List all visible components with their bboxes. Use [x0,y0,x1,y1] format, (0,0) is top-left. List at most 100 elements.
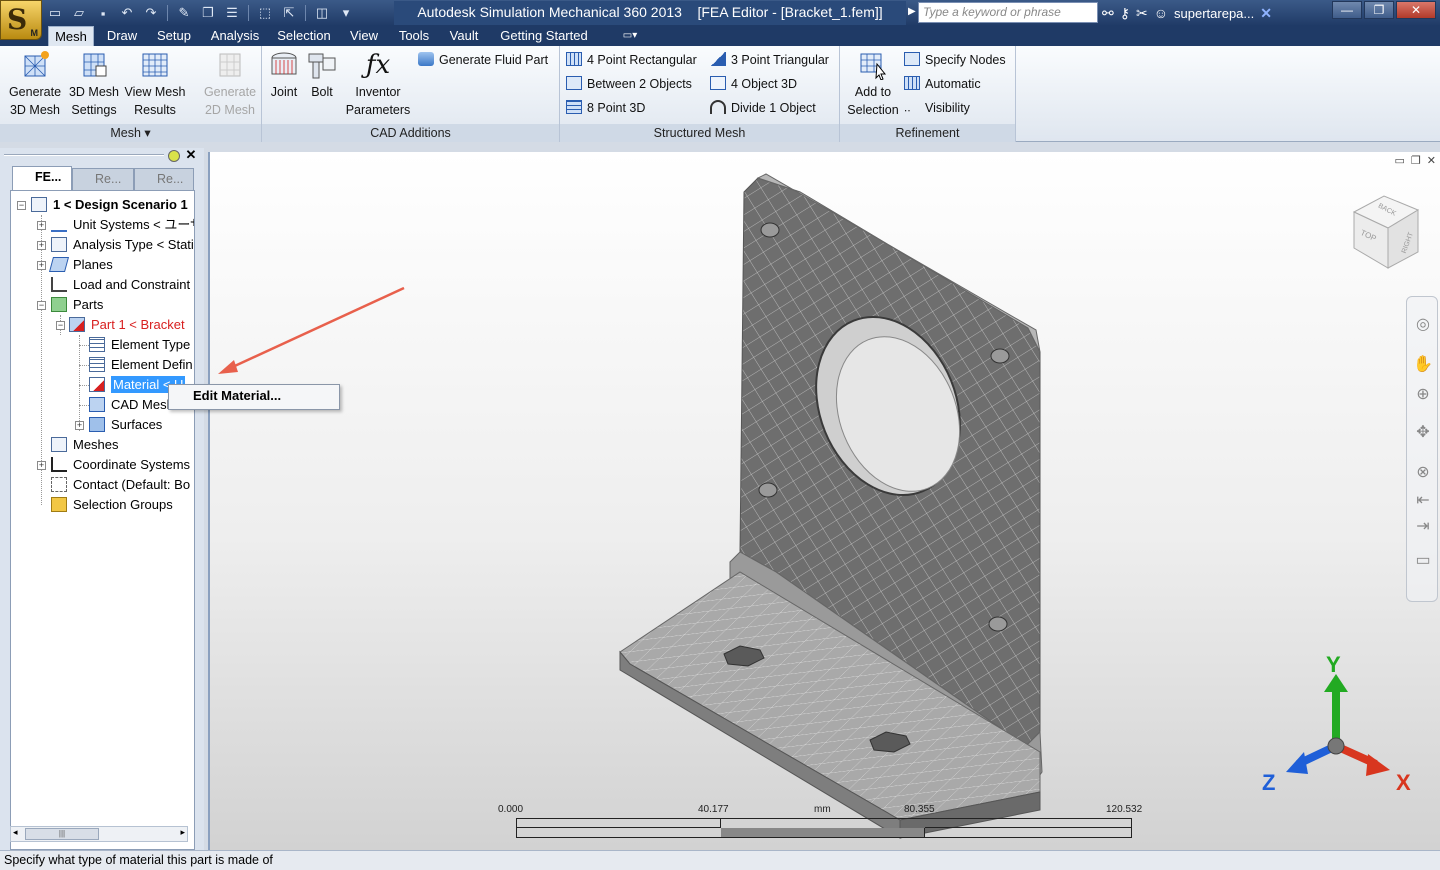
tree-node-element-definition[interactable]: Element Defin [89,355,193,375]
list-icon[interactable]: ☰ [221,3,243,23]
expand-toggle[interactable]: + [37,261,46,270]
tree-horizontal-scrollbar[interactable]: ◂ ||| ▸ [10,826,188,842]
joint-button[interactable]: Joint [266,50,302,101]
view-cube-icon[interactable]: ◫ [311,3,333,23]
scroll-right-icon[interactable]: ▸ [180,827,185,838]
tree-node-parts[interactable]: Parts [51,295,103,315]
edit-icon[interactable]: ✎ [173,3,195,23]
search-input[interactable]: Type a keyword or phrase [918,2,1098,23]
automatic-button[interactable]: Automatic [904,74,981,94]
copy-icon[interactable]: ❐ [197,3,219,23]
expand-toggle[interactable]: + [37,221,46,230]
maximize-button[interactable]: ❐ [1364,1,1394,19]
view-window-icon[interactable]: ▭ [1413,551,1433,571]
tree-node-planes[interactable]: Planes [48,255,113,275]
tree-node-element-type[interactable]: Element Type [89,335,190,355]
chevron-down-icon[interactable]: ▾ [335,3,357,23]
4-object-3d-button[interactable]: 4 Object 3D [710,74,797,94]
tab-fea-editor[interactable]: FE... [12,166,72,190]
tab-results-1[interactable]: Re... [72,168,134,190]
tree-node-cad-mesh[interactable]: CAD Mesh [89,395,174,415]
tab-mesh[interactable]: Mesh [48,26,94,46]
expand-toggle[interactable]: + [37,241,46,250]
tree-node-surfaces[interactable]: Surfaces [89,415,162,435]
tab-vault[interactable]: Vault [442,26,486,46]
key-icon[interactable]: ⚷ [1120,5,1130,22]
collapse-toggle[interactable]: − [56,321,65,330]
pan-hand-icon[interactable]: ✋ [1413,355,1433,375]
tree-node-coordinate-systems[interactable]: Coordinate Systems [51,455,190,475]
tab-view[interactable]: View [344,26,384,46]
inventor-parameters-button[interactable]: ƒx Inventor Parameters [342,50,414,119]
orbit-icon[interactable]: ✥ [1413,423,1433,443]
tools-icon[interactable]: ✂ [1136,5,1148,22]
view-mesh-results-button[interactable]: View Mesh Results [122,50,188,119]
axis-y-label: Y [1326,652,1341,677]
specify-nodes-button[interactable]: Specify Nodes [904,50,1006,70]
expand-toggle[interactable]: + [37,461,46,470]
tab-results-2[interactable]: Re... [134,168,194,190]
visibility-button[interactable]: ∙∙ Visibility [904,98,970,118]
tree-node-design-scenario[interactable]: 1 < Design Scenario 1 [31,195,188,215]
user-name[interactable]: supertarepa... [1174,6,1254,21]
divide-1-object-button[interactable]: Divide 1 Object [710,98,816,118]
steering-wheel-icon[interactable]: ◎ [1413,315,1433,335]
node-label: Coordinate Systems [73,457,191,472]
button-label: 4 Object 3D [731,77,798,91]
new-file-icon[interactable]: ▭ [44,3,66,23]
scroll-left-icon[interactable]: ◂ [13,827,18,838]
zoom-icon[interactable]: ⊕ [1413,385,1433,405]
save-icon[interactable]: ▪ [92,3,114,23]
redo-icon[interactable]: ↷ [140,3,162,23]
pin-icon[interactable] [168,150,180,162]
open-folder-icon[interactable]: ▱ [68,3,90,23]
tab-getting-started[interactable]: Getting Started [494,26,594,46]
8-point-3d-button[interactable]: 8 Point 3D [566,98,645,118]
application-menu-button[interactable]: S M [0,0,42,40]
tab-analysis[interactable]: Analysis [204,26,266,46]
collapse-toggle[interactable]: − [37,301,46,310]
mesh-panel-label[interactable]: Mesh ▾ [0,124,261,142]
fit-all-icon[interactable]: ⇤ [1413,491,1433,511]
tree-node-part-1[interactable]: Part 1 < Bracket [69,315,185,335]
add-to-selection-button[interactable]: Add to Selection [844,50,902,119]
generate-3d-mesh-button[interactable]: Generate 3D Mesh [4,50,66,119]
close-button[interactable]: ✕ [1396,1,1436,19]
tree-node-meshes[interactable]: Meshes [51,435,119,455]
model-tree: − 1 < Design Scenario 1 + Unit Systems <… [10,190,195,850]
tree-node-contact[interactable]: Contact (Default: Bo [51,475,190,495]
tree-node-load-and-constraint[interactable]: Load and Constraint [51,275,190,295]
view-cube[interactable]: BACK TOP RIGHT [1348,190,1422,272]
tree-node-unit-systems[interactable]: Unit Systems < ユーザ [51,215,194,235]
center-icon[interactable]: ⊗ [1413,463,1433,483]
edit-material-menu-item[interactable]: Edit Material... [193,388,281,403]
binoculars-icon[interactable]: ⚯ [1102,5,1114,22]
graphics-viewport[interactable]: ▭ ❐ ✕ BACK TOP RIGHT ◎ ✋ ⊕ ✥ ⊗ ⇤ ⇥ ▭ Y Z… [208,152,1440,850]
tab-draw[interactable]: Draw [100,26,144,46]
expand-toggle[interactable]: + [75,421,84,430]
ribbon-minimize-icon[interactable]: ▭▾ [612,26,648,46]
fit-selection-icon[interactable]: ⇥ [1413,517,1433,537]
collapse-toggle[interactable]: − [17,201,26,210]
tab-tools[interactable]: Tools [392,26,436,46]
select-box-icon[interactable]: ⬚ [254,3,276,23]
tree-node-selection-groups[interactable]: Selection Groups [51,495,173,515]
tab-selection[interactable]: Selection [272,26,336,46]
3-point-triangular-button[interactable]: 3 Point Triangular [710,50,829,70]
between-2-objects-button[interactable]: Between 2 Objects [566,74,692,94]
generate-fluid-part-button[interactable]: Generate Fluid Part [418,50,548,70]
pane-grip[interactable] [4,154,164,156]
undo-icon[interactable]: ↶ [116,3,138,23]
minimize-button[interactable]: — [1332,1,1362,19]
3d-mesh-settings-button[interactable]: 3D Mesh Settings [66,50,122,119]
tab-setup[interactable]: Setup [150,26,198,46]
tree-line [79,345,89,346]
cursor-icon[interactable]: ⇱ [278,3,300,23]
tree-node-analysis-type[interactable]: Analysis Type < Static [51,235,194,255]
close-pane-icon[interactable]: ✕ [184,148,198,162]
user-icon[interactable]: ☺ [1154,5,1168,21]
exchange-icon[interactable]: ✕ [1260,5,1272,22]
bolt-button[interactable]: Bolt [304,50,340,101]
4-point-rectangular-button[interactable]: 4 Point Rectangular [566,50,697,70]
scrollbar-thumb[interactable]: ||| [25,828,99,840]
